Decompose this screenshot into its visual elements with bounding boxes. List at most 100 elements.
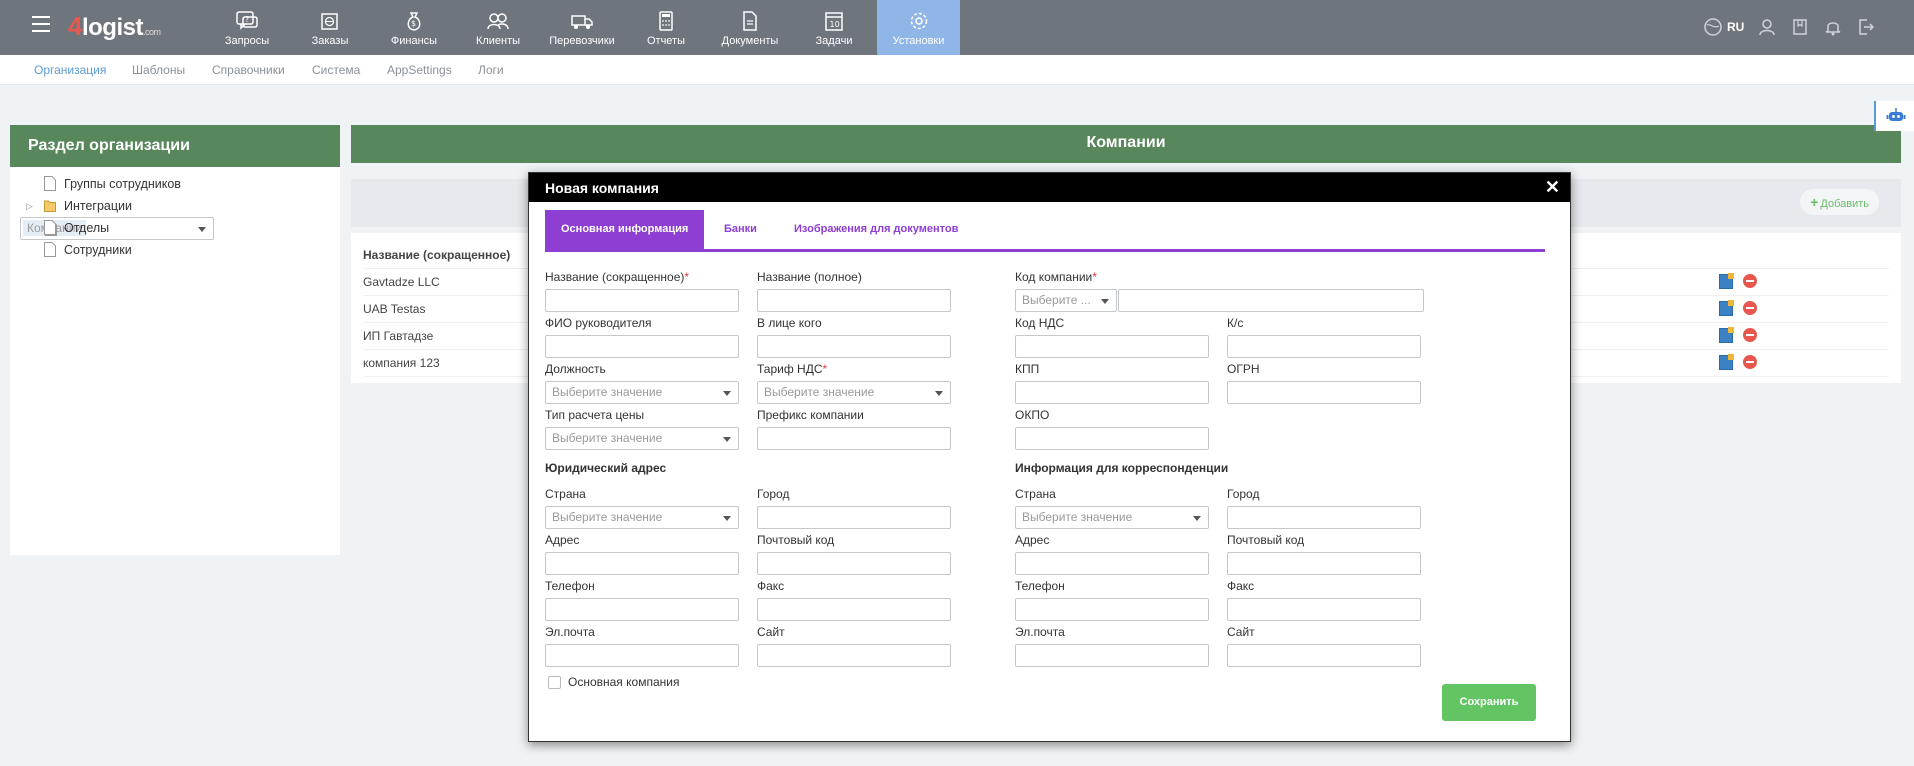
company-code-label: Код компании* [1015, 270, 1097, 284]
notifications-button[interactable] [1823, 16, 1843, 38]
director-input[interactable] [545, 335, 739, 358]
submenu-appsettings[interactable]: AppSettings [387, 63, 452, 77]
legal-zip-input[interactable] [757, 552, 951, 575]
submenu-system[interactable]: Система [312, 63, 360, 77]
vat-rate-label: Тариф НДС* [757, 362, 828, 376]
okpo-input[interactable] [1015, 427, 1209, 450]
on-behalf-input[interactable] [757, 335, 951, 358]
corr-city-input[interactable] [1227, 506, 1421, 529]
vat-rate-select[interactable]: Выберите значение [757, 381, 951, 404]
save-button[interactable]: Сохранить [1442, 684, 1536, 721]
tree-item-integrations[interactable]: ▷ Интеграции [20, 195, 340, 217]
dialog-tabs: Основная информация Банки Изображения дл… [545, 210, 1545, 252]
position-select[interactable]: Выберите значение [545, 381, 739, 404]
ks-label: К/с [1227, 316, 1244, 330]
delete-icon[interactable] [1743, 301, 1757, 315]
language-switcher[interactable]: RU [1703, 16, 1744, 38]
logo[interactable]: 4logist.com [68, 11, 161, 41]
edit-icon[interactable] [1719, 354, 1734, 370]
legal-email-input[interactable] [545, 644, 739, 667]
legal-city-input[interactable] [757, 506, 951, 529]
legal-fax-label: Факс [757, 579, 785, 593]
robot-icon [1886, 108, 1906, 121]
corr-fax-input[interactable] [1227, 598, 1421, 621]
profile-button[interactable] [1757, 16, 1777, 38]
calendar-icon: 10 [825, 12, 843, 31]
nav-finance[interactable]: $ Финансы [374, 0, 454, 55]
kpp-input[interactable] [1015, 381, 1209, 404]
tree-item-employees[interactable]: Сотрудники [20, 239, 340, 261]
globe-box-icon [321, 13, 338, 30]
close-icon[interactable]: ✕ [1545, 177, 1560, 198]
nav-carriers[interactable]: Перевозчики [542, 0, 622, 55]
short-name-input[interactable] [545, 289, 739, 312]
delete-icon[interactable] [1743, 274, 1757, 288]
corr-country-select[interactable]: Выберите значение [1015, 506, 1209, 529]
legal-fax-input[interactable] [757, 598, 951, 621]
company-name-cell: Gavtadze LLC [363, 275, 440, 289]
companies-title: Компании [351, 125, 1901, 163]
nav-reports[interactable]: Отчеты [626, 0, 706, 55]
corr-address-label: Адрес [1015, 533, 1050, 547]
company-code-input[interactable] [1118, 289, 1424, 312]
delete-icon[interactable] [1743, 355, 1757, 369]
svg-text:?: ? [245, 15, 249, 24]
corr-phone-input[interactable] [1015, 598, 1209, 621]
bookmarks-button[interactable] [1790, 16, 1810, 38]
price-type-label: Тип расчета цены [545, 408, 645, 422]
file-icon [44, 220, 56, 235]
company-name-cell: UAB Testas [363, 302, 426, 316]
corr-address-input[interactable] [1015, 552, 1209, 575]
corr-email-input[interactable] [1015, 644, 1209, 667]
plus-icon: + [1810, 194, 1819, 210]
document-icon [743, 11, 757, 31]
nav-documents[interactable]: Документы [710, 0, 790, 55]
add-company-button[interactable]: + Добавить [1800, 189, 1879, 215]
nav-settings[interactable]: Установки [877, 0, 960, 55]
legal-country-select[interactable]: Выберите значение [545, 506, 739, 529]
panel-title: Раздел организации [10, 125, 340, 167]
tree-item-employee-groups[interactable]: Группы сотрудников [20, 173, 340, 195]
corr-zip-input[interactable] [1227, 552, 1421, 575]
nav-label: Отчеты [646, 35, 686, 47]
edit-icon[interactable] [1719, 300, 1734, 316]
legal-address-input[interactable] [545, 552, 739, 575]
ks-input[interactable] [1227, 335, 1421, 358]
nav-requests[interactable]: ? Запросы [207, 0, 287, 55]
expand-arrow-icon[interactable]: ▷ [26, 195, 33, 217]
tab-banks[interactable]: Банки [708, 210, 773, 249]
tree-item-departments[interactable]: Отделы [20, 217, 340, 239]
full-name-input[interactable] [757, 289, 951, 312]
corr-site-input[interactable] [1227, 644, 1421, 667]
nav-orders[interactable]: Заказы [290, 0, 370, 55]
hamburger-menu-icon[interactable] [32, 16, 50, 32]
submenu-organization[interactable]: Организация [34, 63, 106, 77]
submenu-templates[interactable]: Шаблоны [132, 63, 185, 77]
legal-site-input[interactable] [757, 644, 951, 667]
company-code-select[interactable]: Выберите ... [1015, 289, 1117, 312]
price-type-select[interactable]: Выберите значение [545, 427, 739, 450]
nav-tasks[interactable]: 10 Задачи [794, 0, 874, 55]
nav-label: Клиенты [475, 35, 521, 47]
submenu-directories[interactable]: Справочники [212, 63, 285, 77]
ogrn-input[interactable] [1227, 381, 1421, 404]
main-company-checkbox[interactable] [548, 676, 561, 689]
tab-main-info[interactable]: Основная информация [545, 210, 705, 249]
company-name-cell: компания 123 [363, 356, 440, 370]
delete-icon[interactable] [1743, 328, 1757, 342]
prefix-input[interactable] [757, 427, 951, 450]
logout-button[interactable] [1856, 16, 1876, 38]
edit-icon[interactable] [1719, 273, 1734, 289]
calculator-icon [659, 11, 673, 31]
organization-section-panel: Раздел организации Группы сотрудников ▷ … [10, 125, 340, 555]
okpo-label: ОКПО [1015, 408, 1050, 422]
edit-icon[interactable] [1719, 327, 1734, 343]
tab-document-images[interactable]: Изображения для документов [778, 210, 974, 249]
users-icon [487, 13, 509, 30]
nav-clients[interactable]: Клиенты [458, 0, 538, 55]
vat-code-input[interactable] [1015, 335, 1209, 358]
submenu-logs[interactable]: Логи [478, 63, 504, 77]
kpp-label: КПП [1015, 362, 1040, 376]
legal-phone-input[interactable] [545, 598, 739, 621]
chat-bot-button[interactable] [1874, 101, 1914, 131]
